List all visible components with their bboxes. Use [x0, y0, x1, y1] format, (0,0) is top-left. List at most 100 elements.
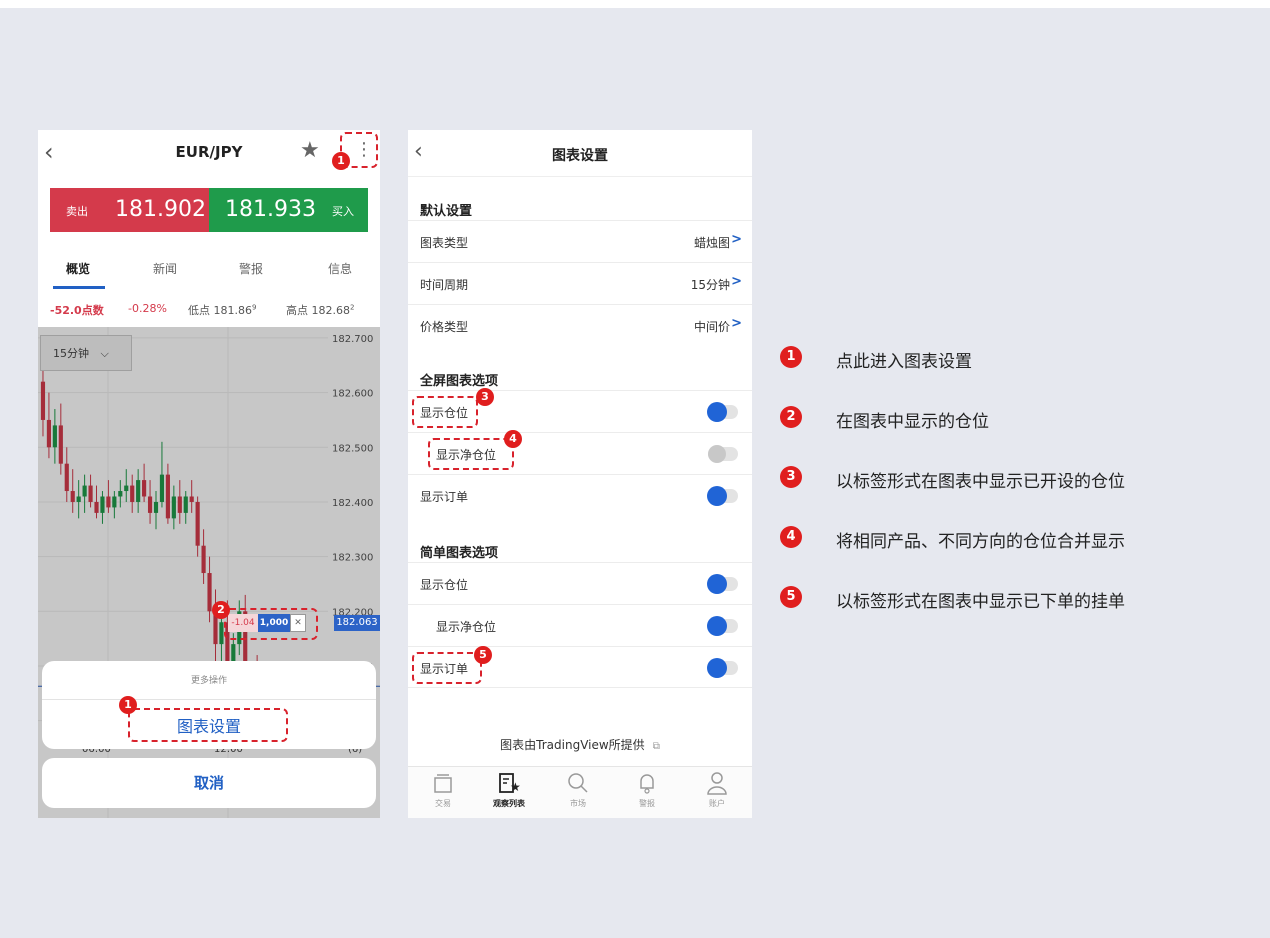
- chevron-right-icon: >: [731, 232, 742, 247]
- legend-badge: 2: [780, 406, 802, 428]
- tab-label: 市场: [570, 799, 586, 808]
- low-price-sup: 9: [252, 303, 257, 312]
- legend-text: 点此进入图表设置: [836, 352, 972, 372]
- chevron-right-icon: >: [731, 316, 742, 331]
- change-points: -52.0点数: [50, 304, 104, 317]
- user-icon: [692, 771, 742, 797]
- sell-price: 181.902: [115, 197, 206, 222]
- instrument-header: ‹ EUR/JPY ★ ⋮: [38, 130, 380, 176]
- section-fullscreen: 全屏图表选项: [408, 348, 752, 390]
- tab-label: 观察列表: [493, 799, 525, 808]
- current-price-tag: 182.063: [334, 615, 380, 631]
- buy-button[interactable]: 181.933 买入: [209, 188, 368, 232]
- tab-trade[interactable]: 交易: [418, 771, 468, 809]
- callout-badge: 2: [212, 601, 230, 619]
- sell-label: 卖出: [66, 205, 88, 218]
- legend-text: 以标签形式在图表中显示已下单的挂单: [836, 592, 1125, 612]
- star-icon[interactable]: ★: [300, 138, 320, 163]
- legend-text: 在图表中显示的仓位: [836, 412, 989, 432]
- tab-market[interactable]: 市场: [553, 771, 603, 809]
- simple-show-orders-toggle[interactable]: [708, 659, 738, 677]
- buy-label: 买入: [332, 205, 354, 218]
- tab-alerts[interactable]: 警报: [239, 260, 263, 277]
- tab-info[interactable]: 信息: [328, 260, 352, 277]
- tab-alerts[interactable]: 警报: [622, 771, 672, 809]
- instrument-title: EUR/JPY: [175, 143, 243, 161]
- high-price: 高点 182.682: [286, 302, 354, 318]
- tab-label: 交易: [435, 799, 451, 808]
- section-default: 默认设置: [408, 178, 752, 220]
- highlight-show-positions: [412, 396, 478, 428]
- legend-item: 1 点此进入图表设置: [780, 344, 1240, 372]
- highlight-chart-settings: [128, 708, 288, 742]
- tradingview-credit[interactable]: 图表由TradingView所提供 ⧉: [408, 736, 752, 753]
- row-show-orders: 显示订单: [408, 474, 752, 516]
- toggle-knob: [708, 575, 726, 593]
- callout-badge: 4: [504, 430, 522, 448]
- toggle-knob: [708, 445, 726, 463]
- show-net-positions-toggle[interactable]: [708, 445, 738, 463]
- price-block: 卖出 181.902 181.933 买入: [50, 188, 368, 232]
- show-orders-toggle[interactable]: [708, 487, 738, 505]
- high-price-sup: 2: [350, 303, 355, 312]
- tab-overview[interactable]: 概览: [66, 260, 90, 277]
- high-price-value: 高点 182.68: [286, 304, 350, 317]
- callout-badge: 1: [332, 152, 350, 170]
- row-label: 时间周期: [420, 278, 469, 292]
- simple-show-positions-toggle[interactable]: [708, 575, 738, 593]
- row-simple-show-positions: 显示仓位: [408, 562, 752, 604]
- simple-show-net-positions-toggle[interactable]: [708, 617, 738, 635]
- bottom-tab-bar: 交易 ★ 观察列表 市场 警报 账户: [408, 766, 752, 818]
- row-label: 显示订单: [420, 490, 469, 504]
- section-title: 简单图表选项: [420, 546, 499, 561]
- legend-item: 2 在图表中显示的仓位: [780, 404, 1240, 432]
- instrument-tabs: 概览 新闻 警报 信息: [38, 254, 380, 290]
- row-time-period[interactable]: 时间周期 15分钟 >: [408, 262, 752, 304]
- show-positions-toggle[interactable]: [708, 403, 738, 421]
- tab-watchlist[interactable]: ★ 观察列表: [484, 771, 534, 809]
- buy-price: 181.933: [225, 197, 316, 222]
- tab-label: 警报: [639, 799, 655, 808]
- sell-button[interactable]: 卖出 181.902: [50, 188, 209, 232]
- row-label: 图表类型: [420, 236, 469, 250]
- row-label: 显示净仓位: [436, 620, 497, 634]
- search-icon: [553, 771, 603, 797]
- row-label: 价格类型: [420, 320, 469, 334]
- row-chart-type[interactable]: 图表类型 蜡烛图 >: [408, 220, 752, 262]
- tab-label: 账户: [709, 799, 725, 808]
- row-price-type[interactable]: 价格类型 中间价 >: [408, 304, 752, 346]
- callout-badge: 3: [476, 388, 494, 406]
- section-title: 全屏图表选项: [420, 374, 499, 389]
- row-label: 显示仓位: [420, 578, 469, 592]
- highlight-show-net-positions: [428, 438, 514, 470]
- highlight-show-orders: [412, 652, 482, 684]
- trade-icon: [418, 771, 468, 797]
- chevron-right-icon: >: [731, 274, 742, 289]
- low-price-value: 低点 181.86: [188, 304, 252, 317]
- svg-text:★: ★: [510, 780, 521, 794]
- change-percent: -0.28%: [128, 302, 167, 315]
- sheet-title: 更多操作: [190, 676, 227, 686]
- section-simple: 简单图表选项: [408, 520, 752, 562]
- phone-screen-chart-settings: ‹ 图表设置 默认设置 图表类型 蜡烛图 > 时间周期 15分钟 > 价格类型 …: [408, 130, 752, 818]
- settings-header: ‹ 图表设置: [408, 130, 752, 177]
- callout-badge: 5: [474, 646, 492, 664]
- highlight-position-label: [224, 608, 318, 640]
- legend-item: 3 以标签形式在图表中显示已开设的仓位: [780, 464, 1240, 492]
- legend-badge: 4: [780, 526, 802, 548]
- bell-icon: [622, 771, 672, 797]
- legend-text: 以标签形式在图表中显示已开设的仓位: [836, 472, 1125, 492]
- tab-account[interactable]: 账户: [692, 771, 742, 809]
- tab-news[interactable]: 新闻: [153, 260, 177, 277]
- toggle-knob: [708, 487, 726, 505]
- row-value: 中间价: [693, 320, 730, 334]
- row-value: 15分钟: [690, 278, 730, 292]
- legend-text: 将相同产品、不同方向的仓位合并显示: [836, 532, 1125, 552]
- external-link-icon: ⧉: [652, 741, 660, 752]
- credit-text: 图表由TradingView所提供: [500, 738, 645, 752]
- low-price: 低点 181.869: [188, 302, 256, 318]
- tab-underline: [53, 286, 105, 289]
- cancel-button[interactable]: 取消: [42, 758, 376, 808]
- callout-badge: 1: [119, 696, 137, 714]
- phone-screen-chart: ‹ EUR/JPY ★ ⋮ 1 卖出 181.902 181.933 买入 概览…: [38, 130, 380, 818]
